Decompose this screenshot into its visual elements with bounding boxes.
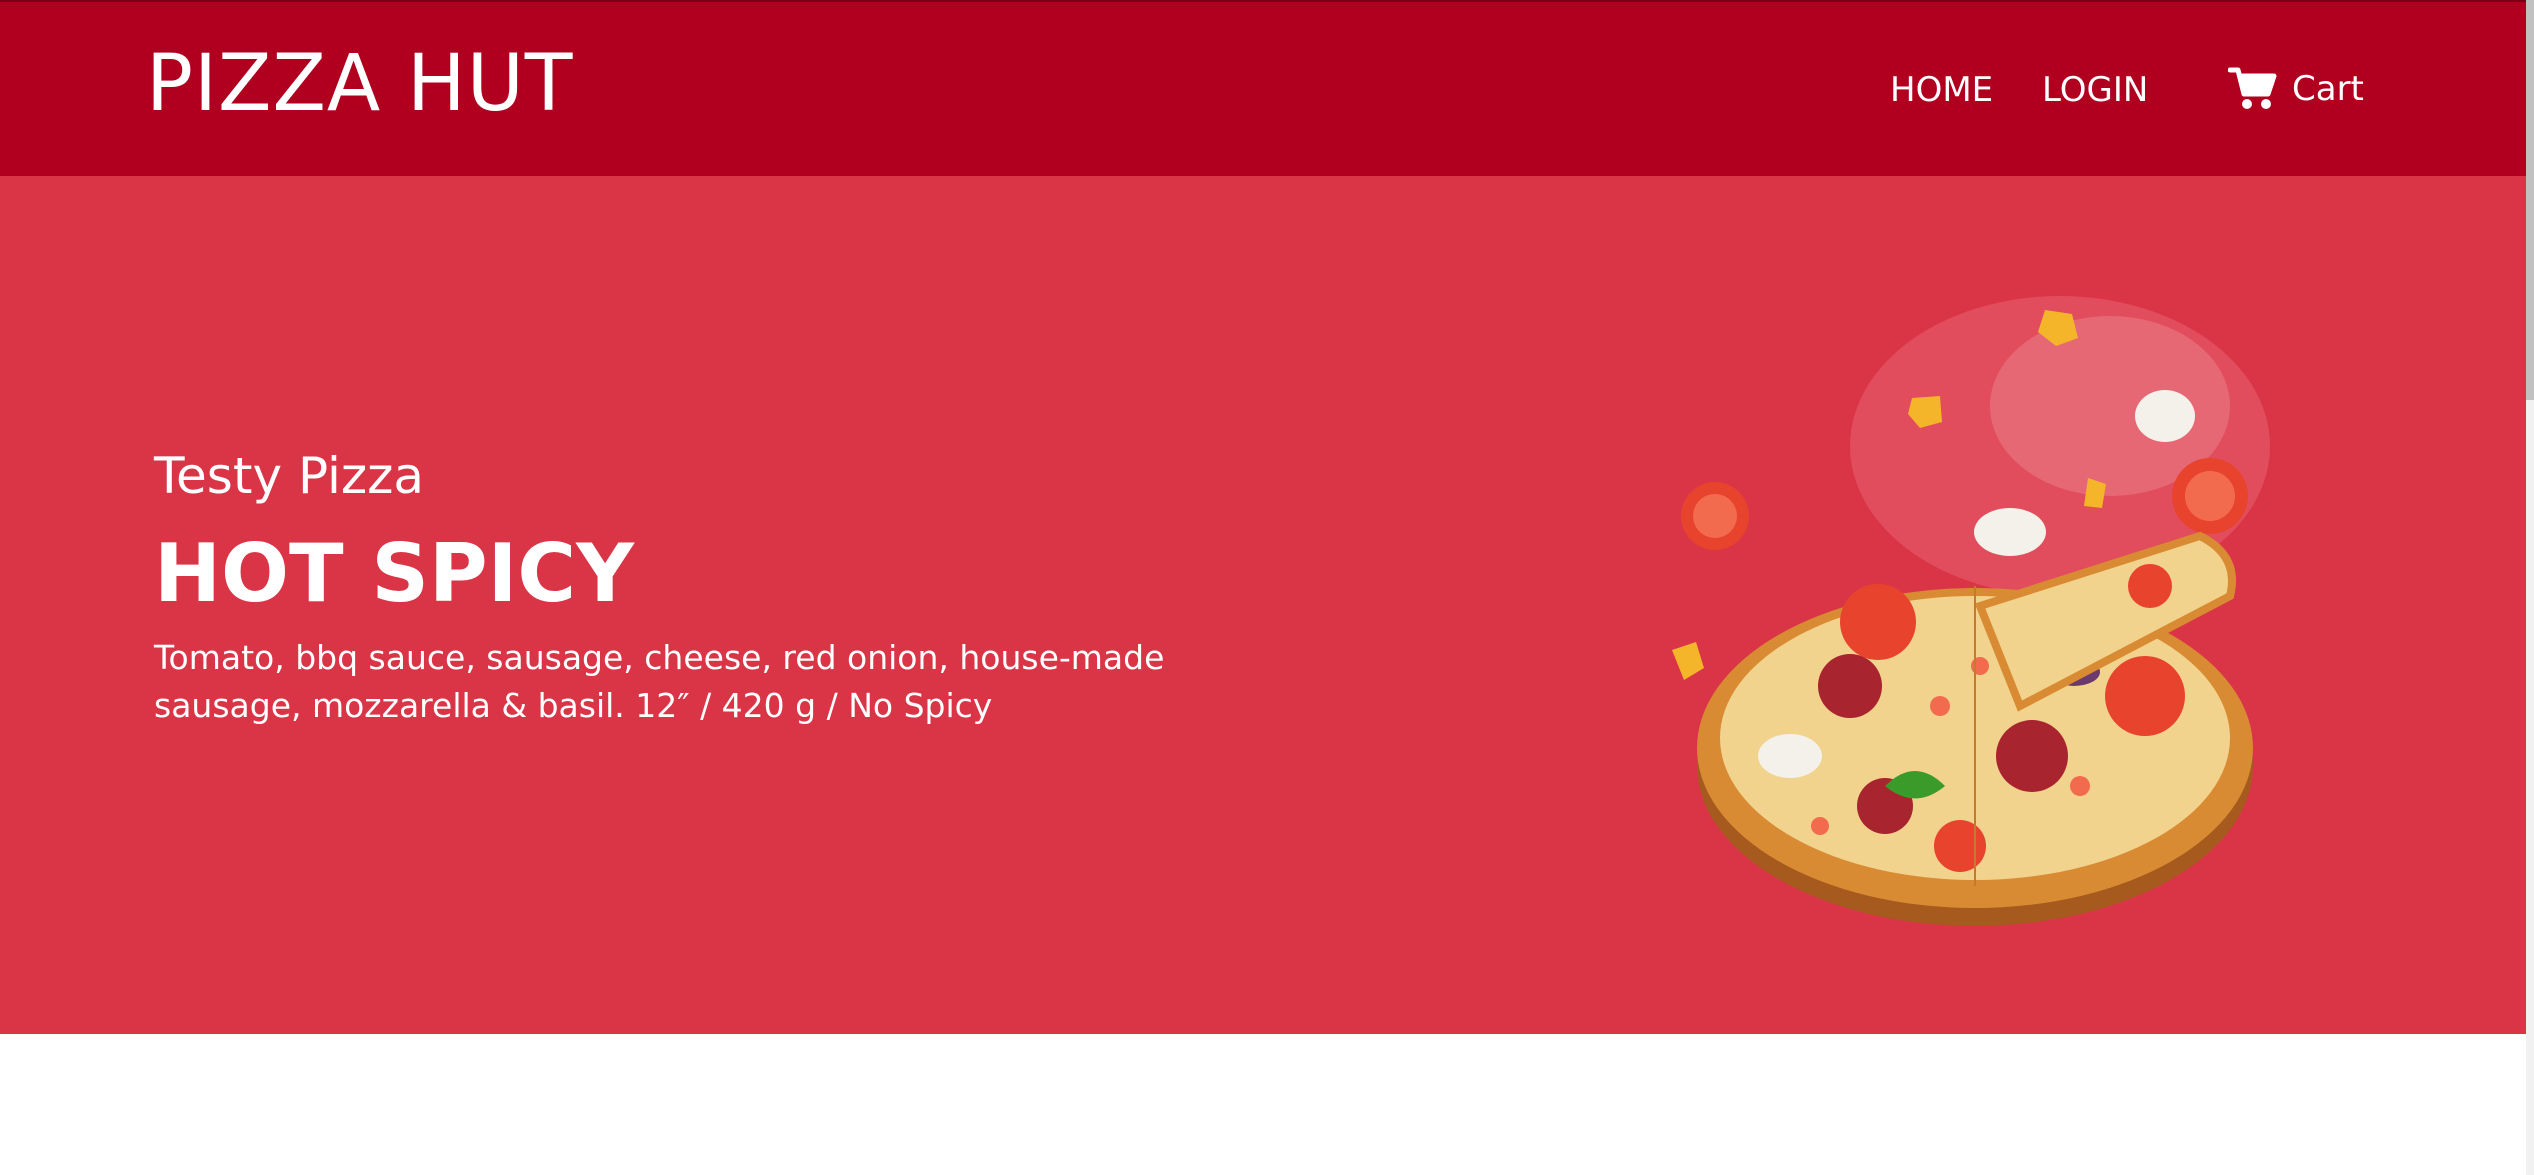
page: PIZZA HUT HOME LOGIN Cart Testy Pizza HO…	[0, 0, 2534, 1175]
cart-icon	[2228, 67, 2277, 109]
brand-logo[interactable]: PIZZA HUT	[146, 36, 573, 132]
hero-description: Tomato, bbq sauce, sausage, cheese, red …	[154, 638, 1165, 725]
cart-button[interactable]: Cart	[2228, 66, 2364, 112]
pizza-image	[1672, 296, 2270, 926]
content-section	[0, 1034, 2526, 1175]
nav-link-home[interactable]: HOME	[1890, 68, 1993, 112]
navbar: PIZZA HUT HOME LOGIN Cart	[0, 0, 2526, 176]
hero-subtitle: Testy Pizza	[154, 447, 425, 505]
scrollbar-thumb[interactable]	[2526, 0, 2534, 400]
cart-label: Cart	[2292, 69, 2364, 109]
hero-banner: Testy Pizza HOT SPICY Tomato, bbq sauce,…	[0, 176, 2526, 1034]
nav-link-login[interactable]: LOGIN	[2042, 68, 2148, 112]
vertical-scrollbar[interactable]	[2526, 0, 2534, 1175]
hero-title: HOT SPICY	[154, 527, 635, 620]
